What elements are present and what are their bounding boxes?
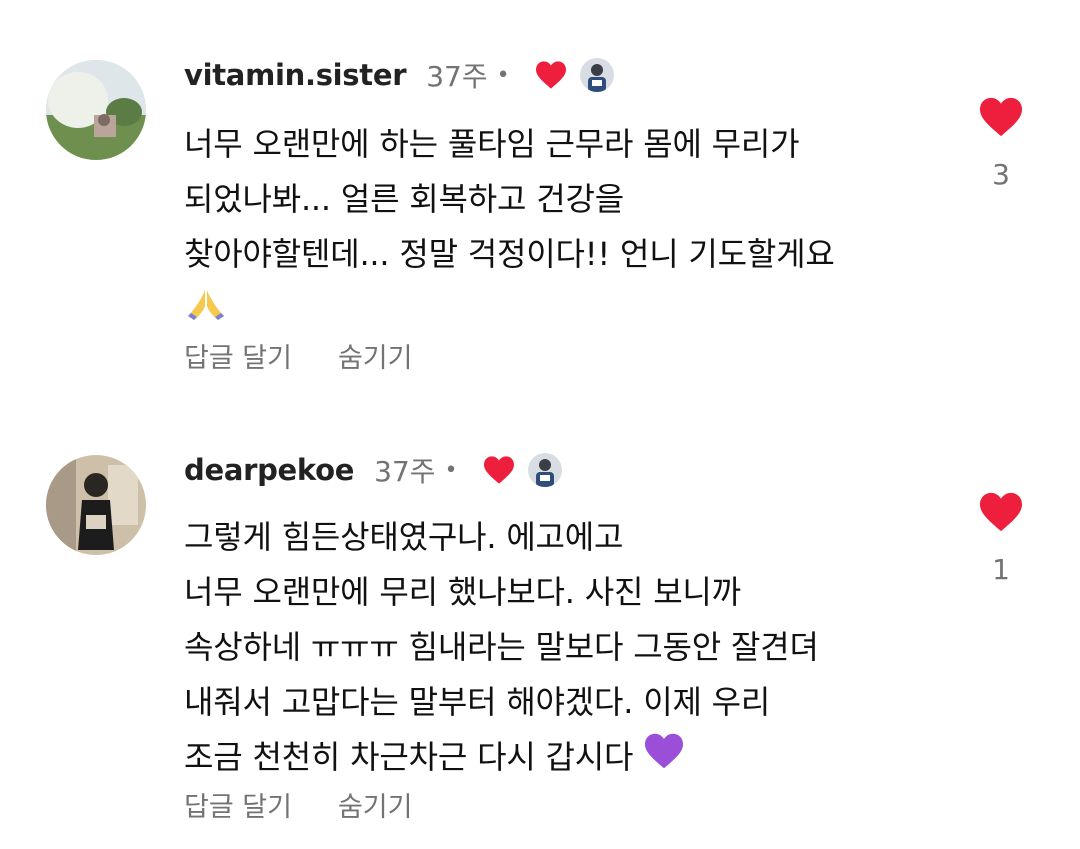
comment-line: 찾아야할텐데... 정말 걱정이다!! 언니 기도할게요 (184, 235, 835, 273)
comment-line: 내줘서 고맙다는 말부터 해야겠다. 이제 우리 (184, 683, 771, 721)
separator-dot: • (496, 62, 510, 88)
avatar[interactable] (46, 455, 146, 555)
author-liked-heart-icon (482, 455, 516, 485)
author-avatar (579, 58, 614, 92)
author-avatar (527, 453, 562, 487)
like-column: 1 (976, 491, 1026, 586)
like-count: 3 (992, 158, 1010, 191)
author-liked-heart-icon (534, 60, 568, 90)
praying-hands-icon (184, 284, 228, 339)
reply-button[interactable]: 답글 달기 (184, 785, 292, 824)
comment-line: 되었나봐... 얼른 회복하고 건강을 (184, 180, 624, 218)
hide-button[interactable]: 숨기기 (338, 336, 413, 375)
separator-dot: • (444, 457, 458, 483)
comment-actions: 답글 달기 숨기기 (184, 785, 412, 824)
comment-text: 그렇게 힘든상태였구나. 에고에고 너무 오랜만에 무리 했나보다. 사진 보니… (184, 510, 944, 787)
comment-line: 조금 천천히 차근차근 다시 갑시다 (184, 738, 634, 776)
like-column: 3 (976, 96, 1026, 191)
timestamp: 37주 (374, 455, 436, 488)
username[interactable]: dearpekoe (184, 453, 354, 487)
comment-line: 너무 오랜만에 무리 했나보다. 사진 보니까 (184, 573, 741, 611)
timestamp: 37주 (426, 60, 488, 93)
like-heart-icon[interactable] (977, 96, 1025, 142)
comment-line: 너무 오랜만에 하는 풀타임 근무라 몸에 무리가 (184, 125, 800, 163)
reply-button[interactable]: 답글 달기 (184, 336, 292, 375)
comment-line: 속상하네 ㅠㅠㅠ 힘내라는 말보다 그동안 잘견뎌 (184, 628, 819, 666)
comment-actions: 답글 달기 숨기기 (184, 336, 412, 375)
comment-line: 그렇게 힘든상태였구나. 에고에고 (184, 518, 624, 556)
comment-header: vitamin.sister 37주 • (184, 55, 614, 95)
comment-header: dearpekoe 37주 • (184, 450, 562, 490)
hide-button[interactable]: 숨기기 (338, 785, 413, 824)
like-count: 1 (992, 553, 1010, 586)
like-heart-icon[interactable] (977, 491, 1025, 537)
avatar[interactable] (46, 60, 146, 160)
comment-text: 너무 오랜만에 하는 풀타임 근무라 몸에 무리가 되었나봐... 얼른 회복하… (184, 117, 944, 339)
username[interactable]: vitamin.sister (184, 58, 407, 92)
purple-heart-icon (643, 732, 685, 787)
